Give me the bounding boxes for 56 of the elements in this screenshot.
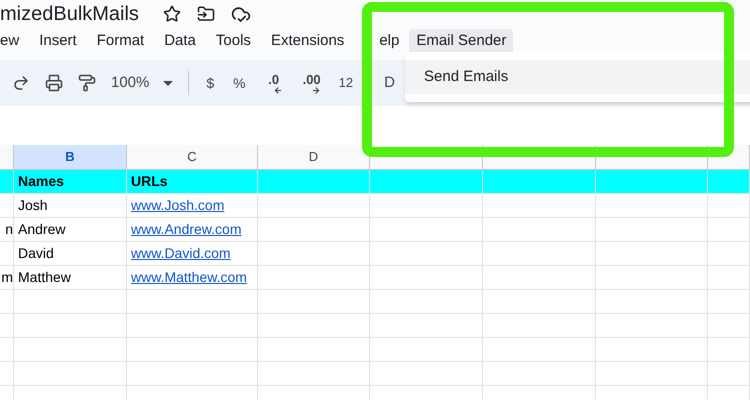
url-link[interactable]: www.David.com xyxy=(131,243,231,264)
font-select[interactable]: D xyxy=(384,72,395,94)
column-header[interactable]: C xyxy=(127,145,258,170)
table-cell: Names xyxy=(14,170,127,194)
url-link[interactable]: www.Andrew.com xyxy=(131,219,242,240)
document-title[interactable]: mizedBulkMails xyxy=(0,4,139,24)
table-cell xyxy=(708,170,750,194)
arrow-right-icon xyxy=(310,86,321,95)
star-icon[interactable] xyxy=(162,5,181,23)
percent-button[interactable]: % xyxy=(231,72,248,94)
table-cell: Josh xyxy=(14,194,127,218)
table-cell: Andrew xyxy=(14,218,127,242)
table-cell: David xyxy=(14,242,127,266)
column-header[interactable]: D xyxy=(258,145,370,170)
table-cell xyxy=(0,242,14,266)
increase-decimals-button[interactable]: .00 xyxy=(300,71,324,95)
paint-format-icon[interactable] xyxy=(78,74,96,92)
url-link[interactable]: www.Josh.com xyxy=(131,195,224,216)
menu-item[interactable]: Data xyxy=(157,28,203,54)
menu-item[interactable]: Format xyxy=(90,28,152,54)
table-cell xyxy=(708,242,750,266)
url-link[interactable]: www.Matthew.com xyxy=(131,267,247,288)
table-cell xyxy=(708,338,750,362)
print-icon[interactable] xyxy=(45,74,63,92)
table-cell: Matthew xyxy=(14,266,127,290)
table-cell xyxy=(0,314,14,338)
table-cell xyxy=(0,290,14,314)
menu-item[interactable]: Insert xyxy=(32,28,84,54)
table-cell: n xyxy=(0,218,14,242)
table-cell xyxy=(708,194,750,218)
menu-item[interactable]: Tools xyxy=(208,28,258,54)
redo-icon[interactable] xyxy=(12,74,30,92)
table-cell: URLs xyxy=(127,170,258,194)
table-cell xyxy=(0,338,14,362)
table-cell xyxy=(0,194,14,218)
table-cell xyxy=(0,170,14,194)
menu-option[interactable]: Send Emails xyxy=(405,60,750,94)
menu-item[interactable]: Extensions xyxy=(264,28,352,54)
menu-item[interactable]: ew xyxy=(0,28,26,54)
menu-item[interactable]: elp xyxy=(379,28,404,54)
arrow-left-icon xyxy=(272,86,283,95)
currency-button[interactable]: $ xyxy=(204,72,216,94)
table-cell: m xyxy=(0,266,14,290)
table-cell xyxy=(708,314,750,338)
menu-item[interactable]: Email Sender xyxy=(409,28,514,54)
folder-icon[interactable] xyxy=(196,5,215,23)
caret-icon xyxy=(163,80,174,86)
table-cell xyxy=(708,218,750,242)
number-format-button[interactable]: 12 xyxy=(338,73,354,93)
zoom-select[interactable]: 100% xyxy=(111,72,174,94)
table-cell xyxy=(708,362,750,386)
table-cell xyxy=(708,266,750,290)
column-header[interactable]: B xyxy=(14,145,127,170)
table-cell xyxy=(0,362,14,386)
decrease-decimals-button[interactable]: .0 xyxy=(262,71,285,95)
table-cell xyxy=(708,290,750,314)
